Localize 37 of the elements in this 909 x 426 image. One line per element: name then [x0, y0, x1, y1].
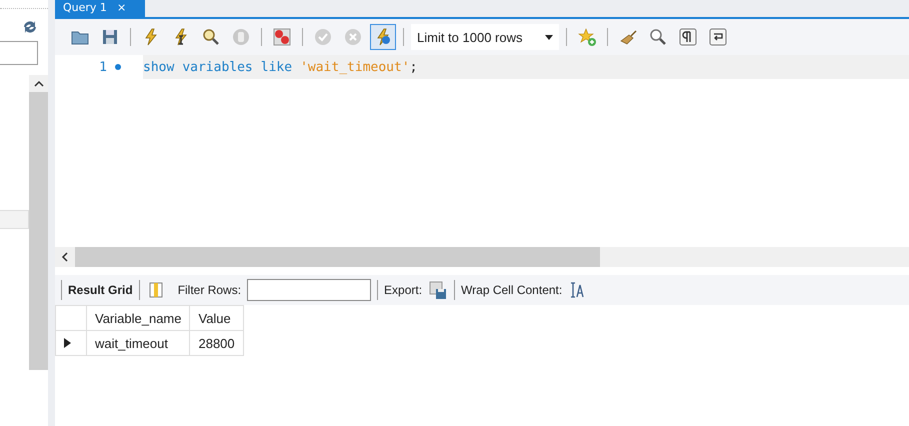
- scroll-thumb[interactable]: [75, 247, 600, 267]
- result-grid-tab[interactable]: Result Grid: [68, 283, 133, 297]
- pilcrow-icon[interactable]: [678, 27, 698, 47]
- wrap-label: Wrap Cell Content:: [461, 283, 562, 297]
- line-number: 1: [99, 60, 107, 74]
- search-icon[interactable]: [648, 27, 668, 47]
- column-header[interactable]: Value: [190, 306, 244, 330]
- code-token: ;: [410, 60, 418, 74]
- corner-cell: [56, 306, 86, 330]
- vertical-scrollbar[interactable]: [29, 75, 48, 370]
- export-label: Export:: [384, 283, 422, 297]
- statement-dot: [115, 64, 121, 70]
- row-pointer-icon: [64, 338, 71, 348]
- magnifier-icon[interactable]: [201, 27, 221, 47]
- table-cell: wait_timeout: [86, 330, 190, 356]
- code-token: variables: [182, 60, 253, 74]
- code-token: show: [143, 60, 174, 74]
- search-field[interactable]: [0, 41, 38, 65]
- horizontal-scrollbar[interactable]: [55, 247, 909, 267]
- save-icon[interactable]: [100, 27, 120, 47]
- limit-dropdown[interactable]: Limit to 1000 rows: [411, 24, 559, 50]
- code-token: 'wait_timeout': [300, 60, 410, 74]
- row-header[interactable]: [56, 330, 86, 356]
- scroll-up-icon[interactable]: [34, 80, 44, 88]
- query-tab[interactable]: Query 1 ×: [55, 0, 145, 17]
- autocommit-toggle[interactable]: [370, 24, 396, 50]
- star-plus-icon[interactable]: [577, 27, 597, 47]
- table-cell: 28800: [190, 330, 244, 356]
- column-header[interactable]: Variable_name: [86, 306, 190, 330]
- code-token: like: [260, 60, 292, 74]
- scroll-left-icon[interactable]: [61, 252, 69, 262]
- filter-field[interactable]: [247, 279, 372, 301]
- dropdown-caret-icon: [545, 34, 553, 40]
- wrap-icon[interactable]: [708, 27, 728, 47]
- filter-label: Filter Rows:: [178, 283, 242, 297]
- export-icon[interactable]: [428, 280, 448, 300]
- close-button[interactable]: ×: [116, 0, 126, 17]
